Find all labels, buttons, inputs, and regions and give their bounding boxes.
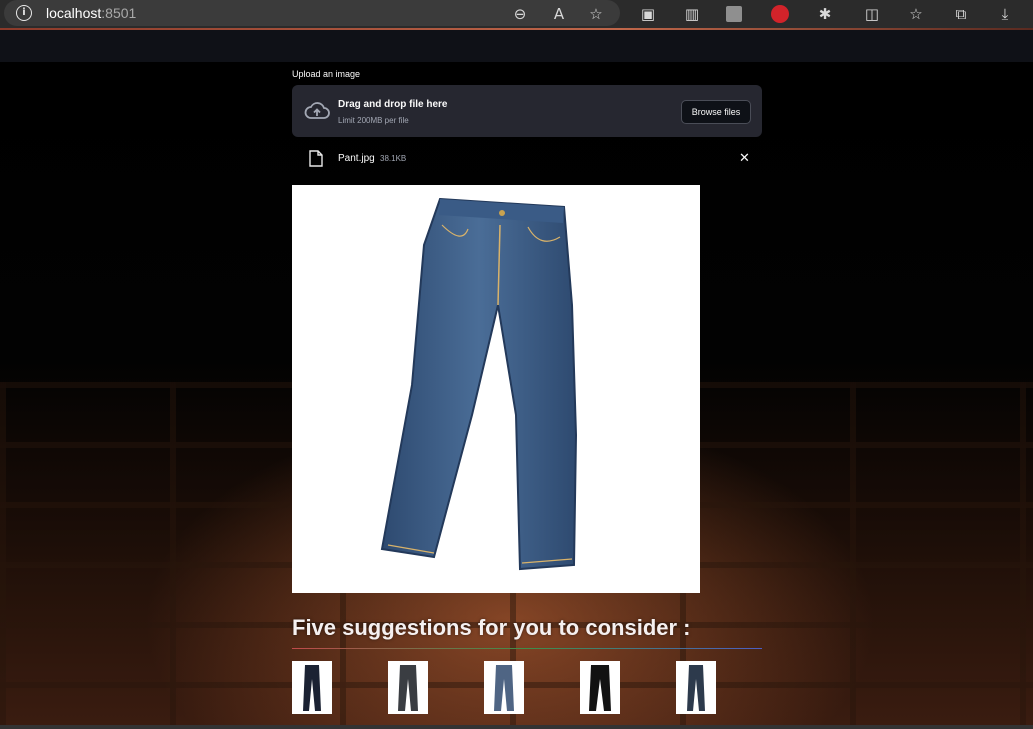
suggestion-jeans-image <box>303 665 321 711</box>
reading-view-icon[interactable]: ▥ <box>682 4 702 24</box>
url-text[interactable]: localhost:8501 <box>46 5 136 21</box>
info-icon[interactable]: i <box>16 5 32 21</box>
suggestion-thumbnail[interactable] <box>676 661 716 714</box>
drop-title: Drag and drop file here <box>338 99 448 110</box>
file-icon <box>309 150 323 167</box>
suggestion-thumbnail[interactable] <box>292 661 332 714</box>
suggestion-jeans-image <box>589 665 611 711</box>
title-divider <box>292 648 762 649</box>
zoom-out-icon[interactable]: ⊖ <box>510 4 530 24</box>
remove-file-icon[interactable]: ✕ <box>739 151 750 166</box>
suggestion-jeans-image <box>494 665 514 711</box>
collections-icon[interactable]: ⧉ <box>951 4 971 24</box>
suggestions-title: Five suggestions for you to consider : <box>292 615 691 640</box>
suggestion-thumbnail[interactable] <box>484 661 524 714</box>
browse-files-button[interactable]: Browse files <box>681 100 751 124</box>
uploaded-image-preview <box>292 185 700 593</box>
url-host: localhost <box>46 5 102 21</box>
read-aloud-icon[interactable]: A <box>549 4 569 24</box>
split-screen-icon[interactable]: ◫ <box>862 4 882 24</box>
address-bar[interactable]: i localhost:8501 ⊖ A ☆ <box>4 0 620 26</box>
upload-label: Upload an image <box>292 69 361 79</box>
favorite-star-icon[interactable]: ☆ <box>586 4 606 24</box>
uploaded-file-row: Pant.jpg 38.1KB ✕ <box>292 145 762 173</box>
browser-toolbar: i localhost:8501 ⊖ A ☆ ▣ ▥ ✱ ◫ ☆ ⧉ ⤓ <box>0 0 1033 28</box>
puzzle-icon[interactable]: ✱ <box>815 4 835 24</box>
suggestion-thumbnail[interactable] <box>580 661 620 714</box>
favorites-icon[interactable]: ☆ <box>906 4 926 24</box>
suggestion-thumbnail[interactable] <box>388 661 428 714</box>
url-port: :8501 <box>101 5 137 21</box>
tab-icon[interactable]: ▣ <box>638 4 658 24</box>
adblock-icon[interactable] <box>771 5 789 23</box>
drop-limit: Limit 200MB per file <box>338 116 409 125</box>
bottom-scroll-strip <box>0 725 1033 729</box>
suggestion-jeans-image <box>687 665 705 711</box>
download-icon[interactable]: ⤓ <box>995 4 1015 24</box>
file-name: Pant.jpg <box>338 153 375 164</box>
file-size: 38.1KB <box>380 154 407 163</box>
extension-icon[interactable] <box>726 6 742 22</box>
suggestion-jeans-image <box>398 665 418 711</box>
app-header <box>0 30 1033 62</box>
jeans-image <box>380 197 578 571</box>
file-dropzone[interactable]: Drag and drop file here Limit 200MB per … <box>292 85 762 137</box>
cloud-upload-icon <box>304 102 330 119</box>
